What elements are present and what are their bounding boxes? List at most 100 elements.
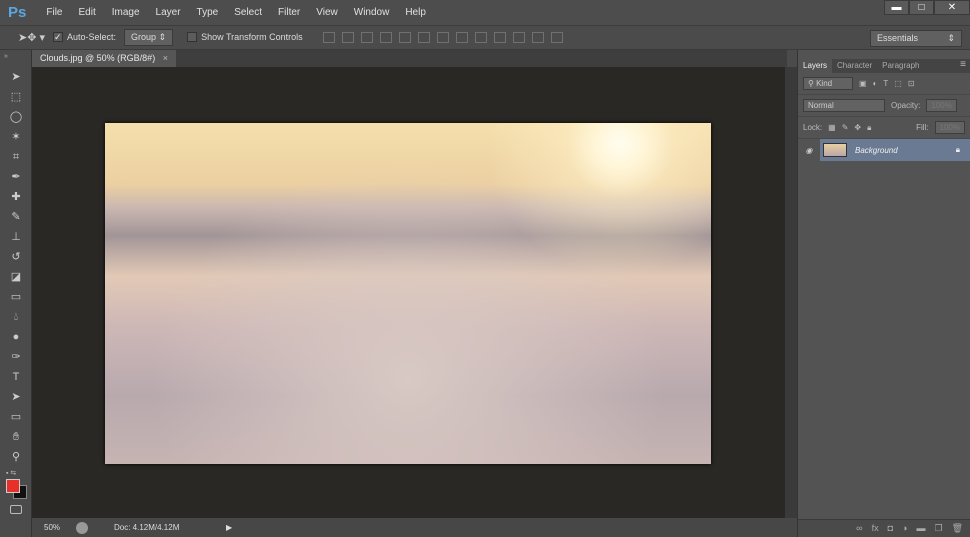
distribute-top-icon[interactable] xyxy=(436,32,449,43)
pen-tool-icon[interactable]: ✑ xyxy=(6,347,26,367)
align-top-icon[interactable] xyxy=(322,32,335,43)
layers-panel: Layers Character Paragraph ≡ ⚲ Kind ▣ ◐ T ⬚… xyxy=(797,50,970,537)
options-bar: ➤✥ ▾ ✓ Auto-Select: Group ⇕ Show Transfor… xyxy=(0,25,970,50)
lock-pixels-icon[interactable]: ✎ xyxy=(842,123,849,132)
panel-menu-icon[interactable]: ≡ xyxy=(960,59,970,73)
crop-tool-icon[interactable]: ⌗ xyxy=(6,147,26,167)
lock-fill-row: Lock: ▦ ✎ ✥ 🔒︎ Fill: 100% xyxy=(798,117,970,139)
auto-align-icon[interactable] xyxy=(550,32,563,43)
move-tool-preset-icon[interactable]: ➤✥ ▾ xyxy=(18,31,45,44)
auto-select-checkbox[interactable]: ✓ Auto-Select: xyxy=(53,32,116,43)
magic-wand-tool-icon[interactable]: ✶ xyxy=(6,127,26,147)
menu-image[interactable]: Image xyxy=(112,7,140,18)
blend-opacity-row: Normal Opacity: 100% xyxy=(798,95,970,117)
close-tab-icon[interactable]: × xyxy=(163,53,168,63)
show-transform-controls-checkbox[interactable]: Show Transform Controls xyxy=(187,32,303,43)
maximize-button[interactable]: □ xyxy=(909,0,934,15)
align-bottom-icon[interactable] xyxy=(360,32,373,43)
type-tool-icon[interactable]: T xyxy=(6,367,26,387)
distribute-hcenter-icon[interactable] xyxy=(512,32,525,43)
eraser-tool-icon[interactable]: ◪ xyxy=(6,267,26,287)
status-bar: 50% Doc: 4.12M/4.12M ▶ xyxy=(32,518,797,537)
menu-filter[interactable]: Filter xyxy=(278,7,300,18)
fx-icon[interactable]: fx xyxy=(872,523,879,534)
new-group-icon[interactable]: ▬ xyxy=(916,523,925,534)
default-colors-icon[interactable]: ▪ ⇆ xyxy=(6,469,25,477)
menu-select[interactable]: Select xyxy=(234,7,262,18)
move-tool-icon[interactable]: ➤ xyxy=(6,67,26,87)
status-menu-arrow-icon[interactable]: ▶ xyxy=(226,523,232,532)
menu-file[interactable]: File xyxy=(46,7,62,18)
new-layer-icon[interactable]: ❐ xyxy=(934,523,942,534)
link-layers-icon[interactable]: ∞ xyxy=(856,523,862,534)
zoom-tool-icon[interactable]: ⚲ xyxy=(6,447,26,467)
close-button[interactable]: ✕ xyxy=(934,0,970,15)
align-right-icon[interactable] xyxy=(417,32,430,43)
distribute-bottom-icon[interactable] xyxy=(474,32,487,43)
eyedropper-tool-icon[interactable]: ✒ xyxy=(6,167,26,187)
align-distribute-buttons xyxy=(322,32,563,43)
opacity-label: Opacity: xyxy=(891,101,921,110)
minimize-button[interactable]: ▬ xyxy=(884,0,909,15)
align-left-icon[interactable] xyxy=(379,32,392,43)
blend-mode-dropdown[interactable]: Normal xyxy=(803,99,885,112)
align-hcenter-icon[interactable] xyxy=(398,32,411,43)
layer-row-background[interactable]: ◉ Background 🔒︎ xyxy=(798,139,970,161)
path-selection-tool-icon[interactable]: ➤ xyxy=(6,387,26,407)
status-info-icon[interactable] xyxy=(76,521,88,534)
blur-tool-icon[interactable]: 💧︎ xyxy=(6,307,26,327)
rectangle-tool-icon[interactable]: ▭ xyxy=(6,407,26,427)
zoom-level[interactable]: 50% xyxy=(32,523,72,532)
auto-select-target-dropdown[interactable]: Group ⇕ xyxy=(124,29,174,46)
filter-adjustment-icon[interactable]: ◐ xyxy=(873,79,878,88)
dodge-tool-icon[interactable]: ● xyxy=(6,327,26,347)
adjustment-layer-icon[interactable]: ◑ xyxy=(902,523,907,534)
lock-position-icon[interactable]: ✥ xyxy=(854,123,861,132)
filter-kind-dropdown[interactable]: ⚲ Kind xyxy=(803,77,853,90)
delete-layer-icon[interactable]: 🗑︎ xyxy=(952,523,963,534)
menu-bar: Ps File Edit Image Layer Type Select Fil… xyxy=(0,0,970,25)
align-vcenter-icon[interactable] xyxy=(341,32,354,43)
marquee-tool-icon[interactable]: ⬚ xyxy=(6,87,26,107)
clouds-image[interactable] xyxy=(105,123,711,464)
hand-tool-icon[interactable]: ✋︎ xyxy=(6,427,26,447)
workspace-dropdown[interactable]: Essentials ⇕ xyxy=(870,30,962,47)
tab-paragraph[interactable]: Paragraph xyxy=(877,59,924,73)
vertical-scrollbar[interactable] xyxy=(785,67,797,518)
distribute-right-icon[interactable] xyxy=(531,32,544,43)
fill-field[interactable]: 100% xyxy=(934,121,965,134)
distribute-vcenter-icon[interactable] xyxy=(455,32,468,43)
menu-help[interactable]: Help xyxy=(405,7,426,18)
distribute-left-icon[interactable] xyxy=(493,32,506,43)
menu-layer[interactable]: Layer xyxy=(156,7,181,18)
collapse-icon[interactable]: » xyxy=(0,50,31,67)
foreground-color-swatch[interactable] xyxy=(6,479,20,493)
document-tab[interactable]: Clouds.jpg @ 50% (RGB/8#) × xyxy=(32,50,176,67)
add-mask-icon[interactable]: ◘ xyxy=(888,523,893,534)
brush-tool-icon[interactable]: ✎ xyxy=(6,207,26,227)
doc-size: Doc: 4.12M/4.12M xyxy=(114,523,180,532)
menu-window[interactable]: Window xyxy=(354,7,390,18)
menu-view[interactable]: View xyxy=(316,7,338,18)
lasso-tool-icon[interactable]: ◯ xyxy=(6,107,26,127)
filter-type-icon[interactable]: T xyxy=(883,79,888,88)
history-brush-tool-icon[interactable]: ↺ xyxy=(6,247,26,267)
gradient-tool-icon[interactable]: ▭ xyxy=(6,287,26,307)
opacity-field[interactable]: 100% xyxy=(926,99,957,112)
menu-edit[interactable]: Edit xyxy=(78,7,95,18)
canvas-area[interactable] xyxy=(32,67,785,518)
lock-all-icon[interactable]: 🔒︎ xyxy=(867,123,871,133)
tab-layers[interactable]: Layers xyxy=(798,59,833,73)
auto-select-label: Auto-Select: xyxy=(67,32,117,42)
color-swatches xyxy=(6,479,31,501)
filter-pixel-icon[interactable]: ▣ xyxy=(859,79,867,88)
tab-character[interactable]: Character xyxy=(832,59,877,73)
healing-brush-tool-icon[interactable]: ✚ xyxy=(6,187,26,207)
clone-stamp-tool-icon[interactable]: ⊥ xyxy=(6,227,26,247)
lock-transparent-icon[interactable]: ▦ xyxy=(828,123,836,132)
filter-shape-icon[interactable]: ⬚ xyxy=(894,79,902,88)
visibility-eye-icon[interactable]: ◉ xyxy=(798,146,820,155)
menu-type[interactable]: Type xyxy=(197,7,219,18)
filter-smart-object-icon[interactable]: ⊡ xyxy=(908,79,915,88)
quick-mask-icon[interactable] xyxy=(10,505,22,514)
